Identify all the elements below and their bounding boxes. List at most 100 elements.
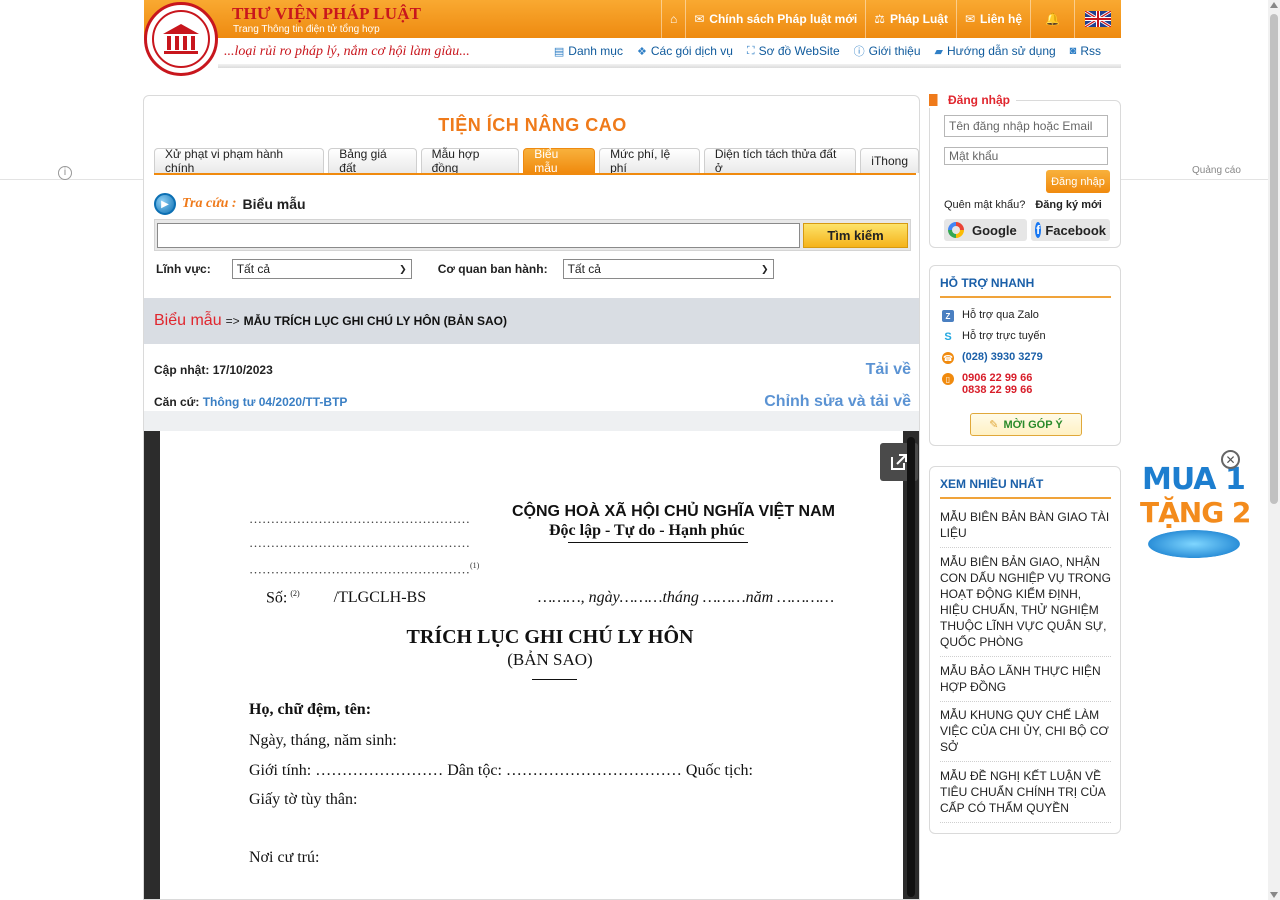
top-navigation: ⌂ ✉ Chính sách Pháp luật mới ⚖ Pháp Luật ✉… xyxy=(660,0,1121,38)
lookup-heading: ▶ Tra cứu : Biểu mẫu xyxy=(154,193,911,215)
bell-icon: 🔔 xyxy=(1045,12,1060,26)
tab-forms[interactable]: Biểu mẫu xyxy=(523,147,596,175)
breadcrumb-section[interactable]: Biểu mẫu xyxy=(154,312,222,330)
doc-date-line: ………, ngày………tháng ………năm ………… xyxy=(538,589,835,606)
subnav-service-packages[interactable]: ❖ Các gói dịch vụ xyxy=(637,43,733,59)
search-button[interactable]: Tìm kiếm xyxy=(803,222,908,248)
brand-slogan: ...loại rủi ro pháp lý, nắm cơ hội làm g… xyxy=(224,44,470,59)
doc-footnote-2: (2) xyxy=(290,589,300,598)
subnav-sitemap[interactable]: ⛶ Sơ đồ WebSite xyxy=(747,43,840,59)
nav-notifications[interactable]: 🔔 xyxy=(1030,0,1074,38)
subnav-about[interactable]: ⓘ Giới thiệu xyxy=(854,43,921,59)
tab-ithong[interactable]: iThong xyxy=(860,148,919,173)
nav-language-english[interactable] xyxy=(1074,0,1121,38)
support-phone[interactable]: ☎ (028) 3930 3279 xyxy=(942,351,1043,364)
doc-motto: Độc lập - Tự do - Hạnh phúc xyxy=(549,522,745,539)
basis-info: Căn cứ: Thông tư 04/2020/TT-BTP xyxy=(154,395,347,409)
search-filters: Lĩnh vực: Tất cả ❯ Cơ quan ban hành: Tất… xyxy=(154,259,911,279)
doc-field-full-name: Họ, chữ đệm, tên: xyxy=(249,701,372,718)
mail-icon: ✉ xyxy=(694,12,705,26)
doc-number-code: /TLGCLH-BS xyxy=(333,589,427,607)
zalo-icon: Z xyxy=(942,310,954,322)
popular-item-2[interactable]: MẪU BIÊN BẢN GIAO, NHẬN CON DẤU NGHIỆP V… xyxy=(940,554,1111,657)
google-login-button[interactable]: Google xyxy=(944,219,1027,241)
brand-title[interactable]: THƯ VIỆN PHÁP LUẬT xyxy=(232,4,421,24)
header-divider xyxy=(218,64,1121,68)
document-page: …………………………………………… …………………………………………… …………… xyxy=(160,431,918,899)
updated-label: Cập nhật: xyxy=(154,363,210,377)
nav-new-policy[interactable]: ✉ Chính sách Pháp luật mới xyxy=(685,0,865,38)
ad-label: Quảng cáo xyxy=(1192,165,1241,176)
field-select-value: Tất cả xyxy=(236,262,271,276)
sitemap-icon: ⛶ xyxy=(746,44,755,57)
popular-item-5[interactable]: MẪU ĐỀ NGHỊ KẾT LUẬN VỀ TIÊU CHUẨN CHÍNH… xyxy=(940,768,1111,823)
popular-item-4[interactable]: MẪU KHUNG QUY CHẾ LÀM VIỆC CỦA CHI ỦY, C… xyxy=(940,707,1111,762)
download-link[interactable]: Tải về xyxy=(866,361,911,379)
scroll-up-icon[interactable] xyxy=(1270,2,1278,8)
nav-contact[interactable]: ✉ Liên hệ xyxy=(955,0,1030,38)
support-box: HỖ TRỢ NHANH Z Hỗ trợ qua Zalo S Hỗ trợ tr… xyxy=(929,265,1121,446)
scrollbar-thumb[interactable] xyxy=(1270,14,1278,504)
tab-land-split-area[interactable]: Diện tích tách thửa đất ở xyxy=(703,147,857,175)
basis-link[interactable]: Thông tư 04/2020/TT-BTP xyxy=(203,395,348,409)
arrow-circle-icon: ▶ xyxy=(154,193,176,215)
support-mobile[interactable]: ▯ 0906 22 99 66 0838 22 99 66 xyxy=(942,372,1032,396)
subnav-user-guide-label: Hướng dẫn sử dụng xyxy=(947,44,1056,58)
nav-law[interactable]: ⚖ Pháp Luật xyxy=(865,0,956,38)
popular-item-1[interactable]: MẪU BIÊN BẢN BÀN GIAO TÀI LIỆU xyxy=(940,509,1111,548)
lookup-label: Tra cứu : xyxy=(182,196,237,211)
home-icon: ⌂ xyxy=(669,12,678,26)
updated-info: Cập nhật: 17/10/2023 xyxy=(154,363,273,377)
close-ad-button[interactable]: ✕ xyxy=(1221,450,1240,469)
support-mobile-numbers: 0906 22 99 66 0838 22 99 66 xyxy=(962,372,1032,396)
subnav-user-guide[interactable]: ▰ Hướng dẫn sử dụng xyxy=(935,43,1056,59)
agency-select[interactable]: Tất cả ❯ xyxy=(562,259,774,279)
subnav-rss[interactable]: ◙ Rss xyxy=(1070,43,1101,59)
popular-item-3[interactable]: MẪU BẢO LÃNH THỰC HIỆN HỢP ĐỒNG xyxy=(940,663,1111,702)
breadcrumb-separator: => xyxy=(225,314,240,328)
field-select[interactable]: Tất cả ❯ xyxy=(231,259,412,279)
envelope-icon: ✉ xyxy=(964,12,976,26)
feedback-button[interactable]: ✎ MỜI GÓP Ý xyxy=(970,413,1082,436)
doc-field-birth-date: Ngày, tháng, năm sinh: xyxy=(249,732,397,749)
subnav-catalog[interactable]: ▤ Danh mục xyxy=(554,43,623,59)
chevron-down-icon: ❯ xyxy=(761,263,769,274)
search-input[interactable] xyxy=(157,222,800,248)
edit-icon: ✎ xyxy=(989,419,999,431)
agency-filter-label: Cơ quan ban hành: xyxy=(437,262,548,276)
support-zalo[interactable]: Z Hỗ trợ qua Zalo xyxy=(942,309,1039,322)
divider-right xyxy=(1121,179,1271,180)
page-scrollbar[interactable] xyxy=(1268,0,1280,900)
username-input[interactable]: Tên đăng nhập hoặc Email xyxy=(944,115,1108,137)
password-input[interactable]: Mật khẩu xyxy=(944,147,1108,165)
nav-home[interactable]: ⌂ xyxy=(660,0,685,38)
external-link-icon xyxy=(891,454,907,470)
close-icon: ✕ xyxy=(1225,452,1236,467)
tab-administrative-penalty[interactable]: Xử phạt vi phạm hành chính xyxy=(154,147,325,175)
tab-fees[interactable]: Mức phí, lệ phí xyxy=(599,147,700,175)
info-circle-icon[interactable]: i xyxy=(58,166,72,180)
login-legend: Đăng nhập xyxy=(929,92,1016,108)
login-button[interactable]: Đăng nhập xyxy=(1046,170,1110,193)
legend-bar-icon xyxy=(929,94,943,106)
viewer-scrollbar[interactable] xyxy=(907,437,915,897)
forgot-password-link[interactable]: Quên mật khẩu? xyxy=(944,199,1025,211)
site-logo[interactable] xyxy=(144,2,218,76)
promo-line-2[interactable]: TẶNG 2 xyxy=(1140,496,1251,529)
tab-contract-templates[interactable]: Mẫu hợp đồng xyxy=(420,147,520,175)
doc-dots-line-1: …………………………………………… xyxy=(249,511,470,526)
login-legend-text: Đăng nhập xyxy=(948,93,1010,107)
rss-icon: ◙ xyxy=(1069,45,1077,57)
tab-land-price[interactable]: Bảng giá đất xyxy=(328,147,417,175)
tabs-underline xyxy=(154,173,916,175)
register-link[interactable]: Đăng ký mới xyxy=(1035,199,1102,211)
document-viewer[interactable]: …………………………………………… …………………………………………… …………… xyxy=(144,431,919,899)
facebook-login-button[interactable]: f Facebook xyxy=(1031,219,1110,241)
mobile-icon: ▯ xyxy=(942,373,954,385)
edit-download-link[interactable]: Chỉnh sửa và tải về xyxy=(764,393,911,411)
scroll-down-icon[interactable] xyxy=(1270,892,1278,898)
support-phone-label: (028) 3930 3279 xyxy=(962,351,1043,363)
support-online[interactable]: S Hỗ trợ trực tuyến xyxy=(942,330,1046,343)
doc-number-label: Số: xyxy=(266,589,288,607)
field-filter-label: Lĩnh vực: xyxy=(156,262,211,276)
